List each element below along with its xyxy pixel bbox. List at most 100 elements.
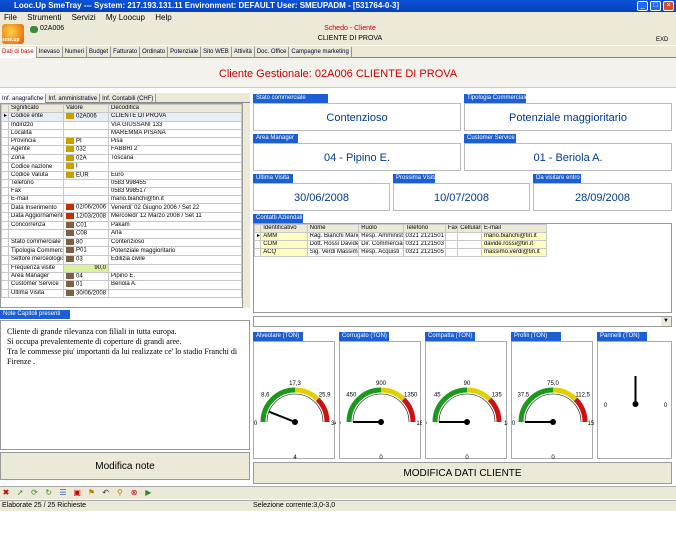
grid-cell-valore[interactable]: EUR xyxy=(63,170,109,181)
contact-cell[interactable] xyxy=(457,240,482,249)
table-row[interactable]: Agente 032 FABBRI 2 xyxy=(1,145,242,155)
grid-cell-valore[interactable]: 12/03/2008 xyxy=(63,212,109,222)
grid-cell-valore[interactable]: C08 xyxy=(63,229,109,239)
grid-cell-significato[interactable]: Telefono xyxy=(8,179,64,189)
table-row[interactable]: Tipologia Commercial P01 Potenziale maggio… xyxy=(1,246,242,256)
grid-cell-valore[interactable]: 80 xyxy=(63,237,109,248)
grid-cell-decodifica[interactable] xyxy=(108,288,242,299)
table-row[interactable]: Frequenza visite 90,0 xyxy=(1,263,242,273)
grid-cell-decodifica[interactable]: Mercoledi' 12 Marzo 2008 / Set 11 xyxy=(108,212,242,222)
grid-cell-decodifica[interactable]: Euro xyxy=(108,170,242,181)
grid-cell-valore[interactable] xyxy=(63,187,109,197)
grid-cell-decodifica[interactable] xyxy=(108,263,242,273)
menu-file[interactable]: File xyxy=(4,13,17,22)
contact-cell[interactable]: Dir. Commercial xyxy=(358,240,404,249)
contacts-col-cellulare[interactable]: Cellulare xyxy=(457,224,482,233)
contact-cell[interactable] xyxy=(457,248,482,257)
grid-cell-significato[interactable]: Codice Valuta xyxy=(8,170,64,181)
grid-cell-decodifica[interactable]: Pakam xyxy=(108,220,242,231)
grid-cell-significato[interactable]: Fax xyxy=(8,187,64,197)
grid-cell-significato[interactable]: Indirizzo xyxy=(8,120,64,130)
grid-cell-decodifica[interactable]: 0583 998455 xyxy=(108,179,242,189)
grid-cell-valore[interactable]: 01 xyxy=(63,280,109,290)
table-row[interactable]: Area Manager 04 Pipino E. xyxy=(1,271,242,282)
table-row[interactable]: Indirizzo VIA GIUSSANI 133 xyxy=(1,120,242,130)
grid-cell-significato[interactable]: Customer Service xyxy=(8,280,64,290)
grid-cell-decodifica[interactable]: Pisa xyxy=(108,136,242,147)
contact-cell[interactable]: Dott. Rossi Davide xyxy=(306,240,360,249)
grid-cell-valore[interactable] xyxy=(63,120,109,130)
contact-cell[interactable]: AMM xyxy=(260,232,308,241)
contacts-col-ruolo[interactable]: Ruolo xyxy=(358,224,404,233)
grid-cell-decodifica[interactable]: MAREMMA PISANA xyxy=(108,128,242,138)
menu-servizi[interactable]: Servizi xyxy=(72,13,96,22)
table-row[interactable]: Data Inserimento 02/06/2006 Venerdi' 02 Gi… xyxy=(1,203,242,214)
back-icon[interactable]: ↶ xyxy=(101,488,111,498)
arrow-icon[interactable]: ➚ xyxy=(15,488,25,498)
contact-cell[interactable]: Rag. Bianchi Mario xyxy=(306,232,360,241)
modifica-dati-cliente-button[interactable]: MODIFICA DATI CLIENTE xyxy=(253,462,672,484)
grid-cell-significato[interactable]: Data Inserimento xyxy=(8,203,64,214)
contact-cell[interactable]: 0321 2121501 xyxy=(402,232,446,241)
contact-row[interactable]: ACQ Sig. Verdi Massimo Resp. Acquisti 0321 … xyxy=(254,248,548,257)
grid-cell-valore[interactable]: I xyxy=(63,162,109,172)
contact-cell[interactable]: davide.rossi@tin.it xyxy=(480,240,548,249)
grid-cell-valore[interactable]: 02/06/2006 xyxy=(63,203,109,214)
grid-cell-significato[interactable]: E-mail xyxy=(8,195,64,205)
table-row[interactable]: Ultima Visita 30/06/2008 xyxy=(1,288,242,299)
grid-cell-significato[interactable]: Codice nazione xyxy=(8,162,64,172)
contact-cell[interactable]: ACQ xyxy=(260,248,308,257)
table-row[interactable]: C08 Arla xyxy=(1,229,242,239)
delete-icon[interactable]: ✖ xyxy=(1,488,11,498)
grid-cell-decodifica[interactable]: mario.bianchi@tin.it xyxy=(108,195,242,205)
grid-cell-valore[interactable]: P01 xyxy=(63,246,109,256)
grid-cell-significato[interactable]: Agente xyxy=(8,145,64,155)
cycle-icon[interactable]: ↻ xyxy=(44,488,54,498)
grid-cell-significato[interactable]: Area Manager xyxy=(8,271,64,282)
play-icon[interactable]: ▶ xyxy=(143,488,153,498)
menu-myloocup[interactable]: My Loocup xyxy=(106,13,145,22)
menu-help[interactable]: Help xyxy=(155,13,171,22)
grid-cell-valore[interactable] xyxy=(63,179,109,189)
grid-cell-significato[interactable]: Località xyxy=(8,128,64,138)
table-row[interactable]: Stato commerciale 80 Contenzioso xyxy=(1,237,242,248)
grid-cell-valore[interactable]: C01 xyxy=(63,220,109,231)
grid-cell-significato[interactable]: Frequenza visite xyxy=(8,263,64,273)
table-row[interactable]: Concorrenza C01 Pakam xyxy=(1,220,242,231)
contacts-col-telefono[interactable]: Telefono xyxy=(402,224,446,233)
minimize-icon[interactable]: _ xyxy=(637,1,648,11)
grid-cell-significato[interactable]: Settore merceologico xyxy=(8,254,64,265)
table-row[interactable]: Località MAREMMA PISANA xyxy=(1,128,242,138)
contacts-col-fax[interactable]: Fax xyxy=(444,224,459,233)
contact-row[interactable]: COM Dott. Rossi Davide Dir. Commercial 0321… xyxy=(254,240,548,249)
grid-cell-valore[interactable]: 03 xyxy=(63,254,109,265)
maximize-icon[interactable]: □ xyxy=(650,1,661,11)
contact-cell[interactable] xyxy=(444,248,459,257)
grid-cell-significato[interactable]: Data Aggiornamento xyxy=(8,212,64,222)
modifica-note-button[interactable]: Modifica note xyxy=(0,452,250,480)
grid-cell-decodifica[interactable]: CLIENTE DI PROVA xyxy=(108,112,242,122)
contact-cell[interactable]: COM xyxy=(260,240,308,249)
grid-cell-valore[interactable]: 02A xyxy=(63,153,109,164)
refresh-icon[interactable]: ⟳ xyxy=(29,488,39,498)
grid-cell-valore[interactable]: PI xyxy=(63,136,109,147)
contacts-col-id[interactable]: Identificativo xyxy=(260,224,308,233)
contacts-col-nome[interactable]: Nome xyxy=(306,224,360,233)
contacts-col-email[interactable]: E-mail xyxy=(480,224,548,233)
contact-row[interactable]: ▸ AMM Rag. Bianchi Mario Resp. Amministr. 03… xyxy=(254,232,548,241)
grid-cell-significato[interactable]: Provincia xyxy=(8,136,64,147)
table-row[interactable]: E-mail mario.bianchi@tin.it xyxy=(1,195,242,205)
contact-cell[interactable] xyxy=(457,232,482,241)
contact-cell[interactable]: Resp. Amministr. xyxy=(358,232,404,241)
grid-cell-significato[interactable]: Zona xyxy=(8,153,64,164)
stop-icon[interactable]: ⊗ xyxy=(129,488,139,498)
exd-label[interactable]: EXD xyxy=(656,37,668,43)
grid-cell-decodifica[interactable]: Potenziale maggioritario xyxy=(108,246,242,256)
grid-col-significato[interactable]: Significato xyxy=(8,104,64,113)
table-row[interactable]: Provincia PI Pisa xyxy=(1,136,242,147)
contact-cell[interactable]: mario.bianchi@tin.it xyxy=(480,232,548,241)
table-row[interactable]: ▸ Codice ente 02A006 CLIENTE DI PROVA xyxy=(1,112,242,122)
table-row[interactable]: Settore merceologico 03 Edilizia civile xyxy=(1,254,242,265)
contact-cell[interactable]: Sig. Verdi Massimo xyxy=(306,248,360,257)
grid-cell-significato[interactable]: Stato commerciale xyxy=(8,237,64,248)
